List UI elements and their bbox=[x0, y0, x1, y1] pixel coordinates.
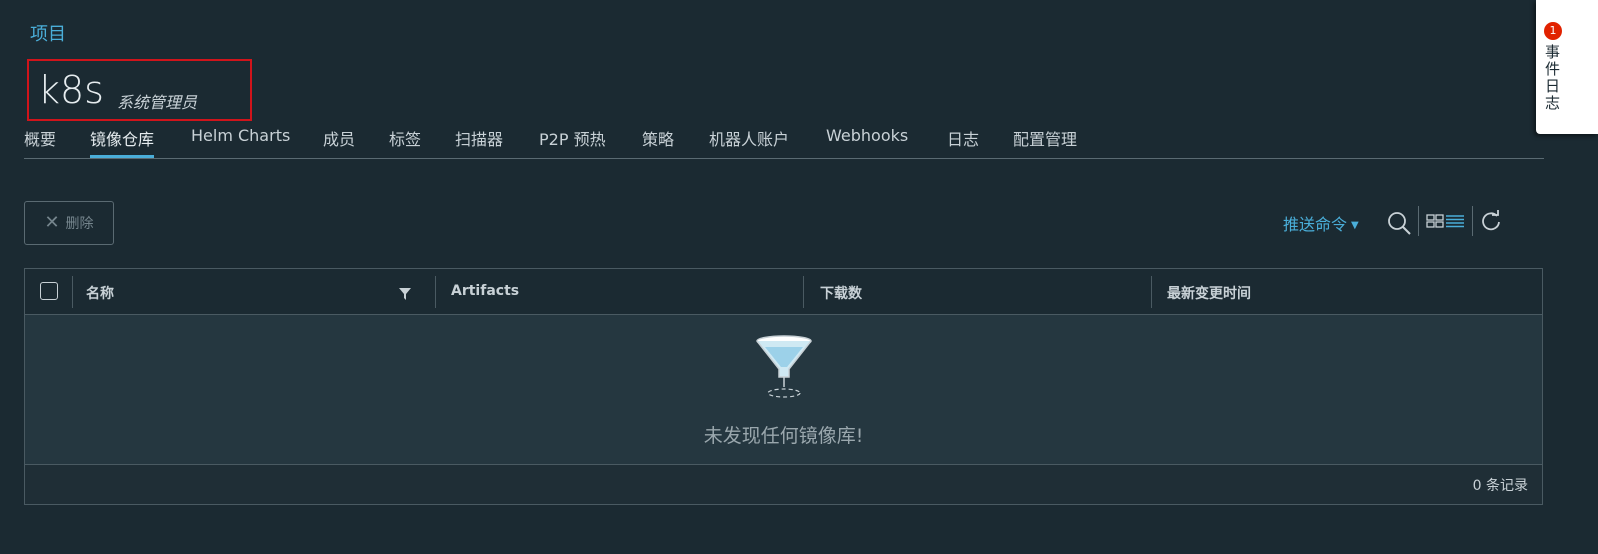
search-icon[interactable] bbox=[1386, 210, 1412, 236]
empty-filter-icon bbox=[756, 335, 812, 398]
tab-logs[interactable]: 日志 bbox=[947, 126, 979, 157]
push-command-dropdown[interactable]: 推送命令 ▼ bbox=[1283, 211, 1359, 235]
tab-helm-charts[interactable]: Helm Charts bbox=[191, 126, 290, 157]
project-role: 系统管理员 bbox=[117, 93, 198, 112]
filter-icon[interactable] bbox=[399, 288, 411, 300]
delete-button[interactable]: ✕ 删除 bbox=[24, 201, 114, 245]
push-command-label: 推送命令 bbox=[1283, 215, 1348, 234]
empty-state-message: 未发现任何镜像库! bbox=[703, 425, 864, 447]
select-all-checkbox[interactable] bbox=[40, 282, 58, 300]
tab-webhooks[interactable]: Webhooks bbox=[826, 126, 908, 157]
column-divider bbox=[435, 276, 436, 308]
project-tabs: 概要 镜像仓库 Helm Charts 成员 标签 扫描器 P2P 预热 策略 … bbox=[24, 126, 1544, 159]
event-log-label: 事件日志 bbox=[1543, 44, 1561, 112]
tab-robot-accounts[interactable]: 机器人账户 bbox=[709, 126, 789, 157]
chevron-down-icon: ▼ bbox=[1351, 220, 1359, 231]
event-log-panel-tab[interactable]: 1 事件日志 bbox=[1536, 0, 1598, 134]
tab-members[interactable]: 成员 bbox=[323, 126, 355, 157]
column-header-artifacts[interactable]: Artifacts bbox=[451, 283, 519, 299]
toolbar-divider bbox=[1418, 206, 1419, 236]
refresh-icon[interactable] bbox=[1480, 210, 1502, 232]
project-name: k8s bbox=[38, 68, 104, 112]
column-header-downloads[interactable]: 下载数 bbox=[820, 283, 862, 303]
tab-labels[interactable]: 标签 bbox=[389, 126, 421, 157]
close-icon: ✕ bbox=[44, 212, 60, 233]
record-count: 0 条记录 bbox=[1472, 478, 1528, 494]
column-divider bbox=[803, 276, 804, 308]
table-header: 名称 Artifacts 下载数 最新变更时间 bbox=[25, 269, 1542, 315]
column-header-last-modified[interactable]: 最新变更时间 bbox=[1167, 283, 1251, 303]
table-body: 未发现任何镜像库! bbox=[25, 315, 1542, 465]
tab-summary[interactable]: 概要 bbox=[24, 126, 56, 157]
column-divider bbox=[72, 276, 73, 308]
tab-configuration[interactable]: 配置管理 bbox=[1013, 126, 1077, 157]
repository-table: 名称 Artifacts 下载数 最新变更时间 未发现任何镜像库! 0 条记录 bbox=[24, 268, 1543, 505]
tab-scanners[interactable]: 扫描器 bbox=[455, 126, 503, 157]
event-count-badge: 1 bbox=[1544, 22, 1562, 40]
list-view-icon bbox=[1446, 215, 1464, 228]
tab-repositories[interactable]: 镜像仓库 bbox=[90, 126, 155, 158]
toolbar-divider bbox=[1472, 206, 1473, 236]
tab-p2p-preheat[interactable]: P2P 预热 bbox=[539, 126, 606, 157]
delete-button-label: 删除 bbox=[65, 216, 94, 232]
view-toggle-icon[interactable] bbox=[1426, 213, 1466, 229]
column-divider bbox=[1151, 276, 1152, 308]
column-header-name[interactable]: 名称 bbox=[86, 283, 114, 303]
breadcrumb-projects[interactable]: 项目 bbox=[30, 20, 66, 46]
tab-policy[interactable]: 策略 bbox=[642, 126, 674, 157]
card-view-icon bbox=[1426, 214, 1444, 228]
